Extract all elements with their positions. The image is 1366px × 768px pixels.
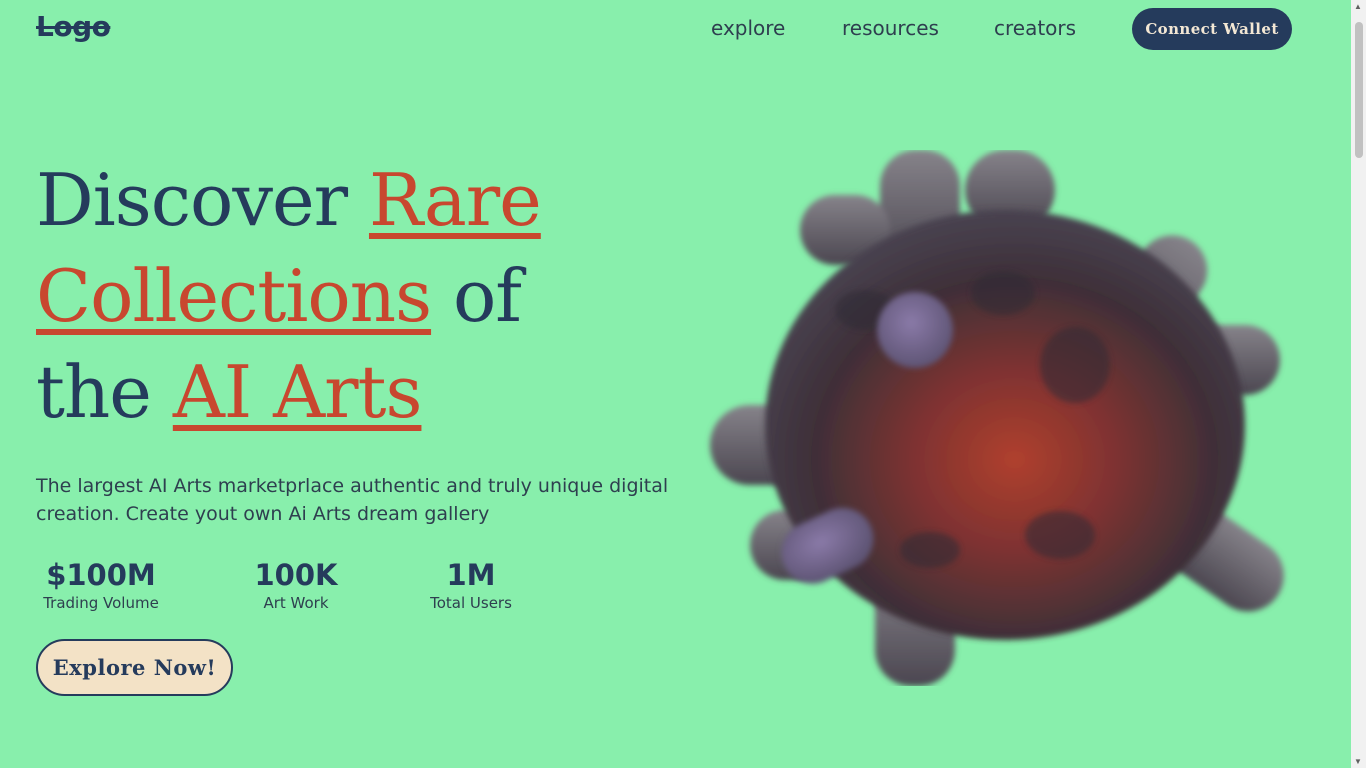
headline-highlight-collections: Collections (36, 254, 432, 338)
connect-wallet-button[interactable]: Connect Wallet (1132, 8, 1292, 50)
headline-word-discover: Discover (36, 158, 348, 242)
vertical-scrollbar[interactable]: ▲ ▼ (1351, 0, 1366, 768)
stat-value: 1M (446, 558, 496, 592)
hero-description: The largest AI Arts marketprlace authent… (36, 475, 669, 525)
stat-trading-volume: $100M Trading Volume (36, 558, 166, 612)
headline-word-the: the (36, 350, 152, 434)
scroll-down-icon[interactable]: ▼ (1354, 757, 1362, 766)
stat-label: Total Users (430, 594, 512, 612)
headline-highlight-rare: Rare (368, 158, 542, 242)
headline-highlight-ai-arts: AI Arts (172, 350, 423, 434)
scroll-up-icon[interactable]: ▲ (1354, 2, 1362, 11)
stat-label: Art Work (263, 594, 329, 612)
logo[interactable]: Logo (36, 10, 111, 43)
abstract-3d-sculpture-image (710, 150, 1284, 686)
stat-art-work: 100K Art Work (246, 558, 346, 612)
stat-value: 100K (254, 558, 338, 592)
nav-resources-link[interactable]: resources (842, 16, 939, 40)
stat-total-users: 1M Total Users (420, 558, 522, 612)
headline-word-of: of (452, 254, 522, 338)
stat-label: Trading Volume (43, 594, 159, 612)
nav-explore-link[interactable]: explore (711, 16, 785, 40)
explore-now-button[interactable]: Explore Now! (36, 639, 233, 696)
nav-creators-link[interactable]: creators (994, 16, 1076, 40)
hero-headline: Discover Rare Collections of the AI Arts (36, 152, 686, 440)
stat-value: $100M (46, 558, 156, 592)
scrollbar-thumb[interactable] (1355, 22, 1363, 158)
